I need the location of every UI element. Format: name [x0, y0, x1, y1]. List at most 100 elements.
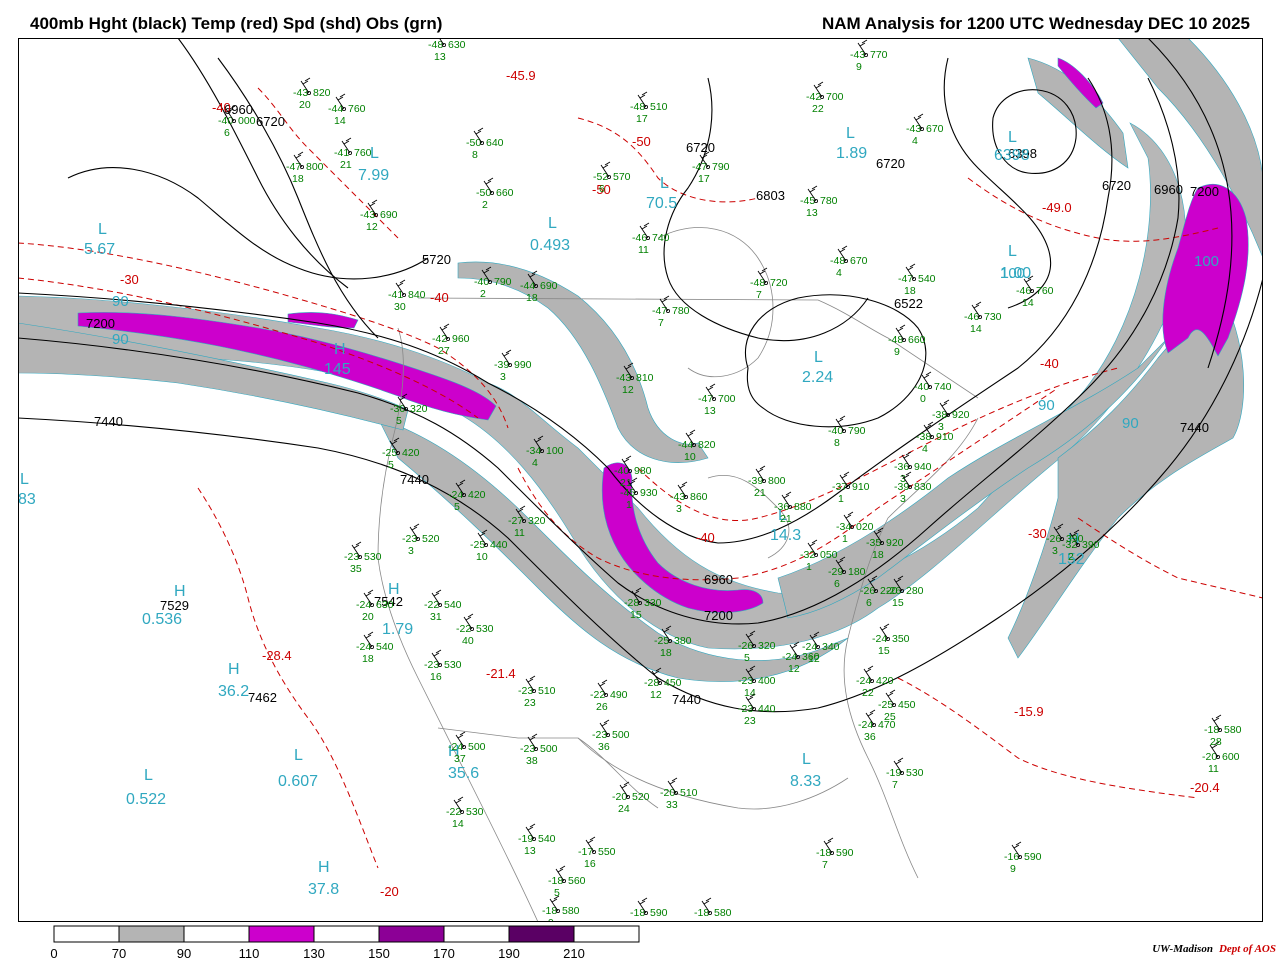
station-dewpoint-depression: 24 [618, 803, 630, 815]
station-dewpoint-depression: 14 [334, 115, 346, 127]
station-height: 790 [848, 425, 866, 437]
station-dewpoint-depression: 3 [900, 493, 906, 505]
station-height: 760 [1036, 285, 1054, 297]
height-label: 7200 [86, 316, 115, 331]
station-dewpoint-depression: 15 [630, 609, 642, 621]
station-dewpoint-depression: 1 [806, 561, 812, 573]
station-dewpoint-depression: 4 [912, 135, 918, 147]
station-height: 000 [238, 115, 256, 127]
center-letter: L [846, 125, 855, 142]
station-height: 320 [758, 640, 776, 652]
center-letter: L [660, 175, 669, 192]
station-height: 530 [364, 551, 382, 563]
colorbar-label: 190 [498, 946, 520, 960]
station-height: 180 [848, 566, 866, 578]
speed-label: 90 [1122, 415, 1139, 432]
station-dewpoint-depression: 9 [1010, 863, 1016, 875]
station-dewpoint-depression: 12 [366, 221, 378, 233]
temperature-label: -21.4 [486, 666, 516, 681]
height-label: 6960 [1154, 182, 1183, 197]
station-dewpoint-depression: 22 [812, 103, 824, 115]
station-dewpoint-depression: 12 [650, 689, 662, 701]
station-dewpoint-depression: 3 [500, 371, 506, 383]
center-value: 0.536 [142, 611, 182, 628]
station-dewpoint-depression: 5 [454, 501, 460, 513]
station-height: 690 [380, 209, 398, 221]
station-height: 530 [476, 623, 494, 635]
center-value: 1.79 [382, 621, 413, 638]
station-height: 540 [918, 273, 936, 285]
station-dewpoint-depression: 36 [864, 731, 876, 743]
station-dewpoint-depression: 4 [532, 457, 538, 469]
station-height: 530 [444, 659, 462, 671]
station-dewpoint-depression: 28 [1210, 736, 1222, 748]
temperature-label: -40 [696, 530, 715, 545]
station-dewpoint-depression: 13 [524, 845, 536, 857]
station-height: 770 [870, 49, 888, 61]
station-height: 380 [674, 635, 692, 647]
height-label: 6960 [704, 572, 733, 587]
station-height: 540 [376, 641, 394, 653]
station-dewpoint-depression: 23 [524, 697, 536, 709]
station-dewpoint-depression: 8 [834, 437, 840, 449]
speed-label: 90 [112, 293, 129, 310]
credit-org: UW-Madison [1152, 943, 1213, 955]
colorbar-segments [53, 925, 640, 943]
height-label: 5720 [422, 252, 451, 267]
station-height: 780 [820, 195, 838, 207]
station-dewpoint-depression: 0 [920, 393, 926, 405]
temperature-label: -30 [120, 272, 139, 287]
station-height: 500 [468, 741, 486, 753]
station-height: 690 [540, 280, 558, 292]
station-dewpoint-depression: 18 [872, 549, 884, 561]
station-height: 740 [934, 381, 952, 393]
station-dewpoint-depression: 3 [1052, 545, 1058, 557]
station-dewpoint-depression: 15 [892, 597, 904, 609]
station-height: 960 [452, 333, 470, 345]
station-height: 540 [444, 599, 462, 611]
speed-label: 90 [1038, 397, 1055, 414]
station-dewpoint-depression: 10 [476, 551, 488, 563]
station-height: 980 [634, 465, 652, 477]
station-height: 450 [898, 699, 916, 711]
station-height: 780 [672, 305, 690, 317]
center-letter: L [1008, 243, 1017, 260]
center-value: 0.493 [530, 237, 570, 254]
station-dewpoint-depression: 2 [480, 288, 486, 300]
temperature-label: -50 [632, 134, 651, 149]
center-value: 6398 [994, 147, 1030, 164]
height-label: 6720 [1102, 178, 1131, 193]
center-value: 0.607 [278, 773, 318, 790]
height-label: 6720 [686, 140, 715, 155]
station-dewpoint-depression: 22 [862, 687, 874, 699]
station-height: 020 [856, 521, 874, 533]
temperature-label: -49.0 [1042, 200, 1072, 215]
temperature-label: -40 [1040, 356, 1059, 371]
station-dewpoint-depression: 21 [754, 487, 766, 499]
station-height: 800 [768, 475, 786, 487]
station-dewpoint-depression: 21 [340, 159, 352, 171]
station-dewpoint-depression: 20 [299, 99, 311, 111]
station-height: 590 [836, 847, 854, 859]
station-dewpoint-depression: 1 [842, 533, 848, 545]
station-dewpoint-depression: 11 [638, 244, 649, 256]
station-dewpoint-depression: 2 [1068, 551, 1074, 563]
station-dewpoint-depression: 35 [350, 563, 362, 575]
station-height: 720 [770, 277, 788, 289]
station-dewpoint-depression: 7 [822, 859, 828, 871]
station-height: 670 [926, 123, 944, 135]
station-dewpoint-depression: 12 [622, 384, 634, 396]
height-label: 7440 [400, 472, 429, 487]
station-height: 420 [402, 447, 420, 459]
center-letter: L [98, 221, 107, 238]
station-height: 630 [448, 39, 466, 51]
station-dewpoint-depression: 17 [636, 113, 648, 125]
center-value: 14.3 [770, 527, 801, 544]
station-height: 590 [1024, 851, 1042, 863]
station-height: 580 [714, 907, 732, 919]
center-value: 36.2 [218, 683, 249, 700]
station-height: 700 [718, 393, 736, 405]
station-height: 940 [914, 461, 932, 473]
station-height: 490 [610, 689, 628, 701]
station-height: 580 [562, 905, 580, 917]
